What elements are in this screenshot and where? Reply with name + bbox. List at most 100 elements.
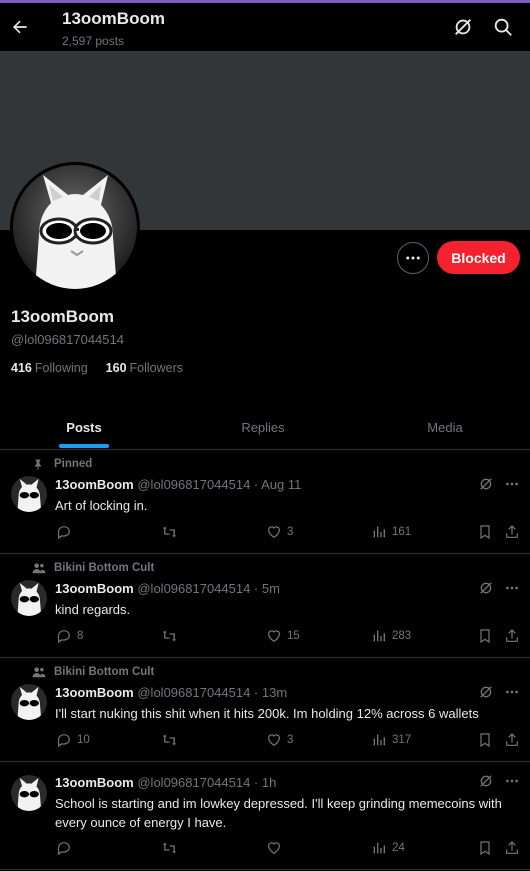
- post-author-name[interactable]: 13oomBoom: [55, 581, 134, 596]
- share-icon: [506, 841, 518, 854]
- tab-posts[interactable]: Posts: [0, 405, 168, 449]
- share-button[interactable]: [504, 524, 520, 540]
- reply-button[interactable]: 8: [56, 628, 83, 644]
- post-text: kind regards.: [55, 602, 131, 617]
- like-count: 3: [287, 734, 294, 746]
- reply-button[interactable]: [56, 524, 77, 540]
- like-button[interactable]: 3: [266, 732, 293, 748]
- post-meta: 13oomBoom @lol096817044514 · 13m: [55, 685, 287, 700]
- post-grok-button[interactable]: [478, 476, 496, 494]
- post-item[interactable]: Bikini Bottom Cult 13oomBoom @lol0968170…: [0, 555, 530, 658]
- view-count: 161: [392, 526, 412, 538]
- repost-button[interactable]: [161, 840, 183, 856]
- reply-icon: [57, 734, 70, 748]
- more-horizontal-icon: [506, 779, 518, 783]
- reply-icon: [57, 630, 70, 644]
- post-avatar[interactable]: [11, 684, 47, 720]
- post-grok-button[interactable]: [478, 684, 496, 702]
- post-grok-button[interactable]: [478, 773, 496, 791]
- more-options-button[interactable]: [397, 242, 429, 274]
- post-context: Pinned: [34, 458, 92, 470]
- post-more-button[interactable]: [504, 476, 522, 494]
- followers-link[interactable]: 160 Followers: [106, 361, 183, 375]
- views-button[interactable]: 283: [371, 628, 411, 644]
- cat-avatar-image: [13, 165, 137, 289]
- followers-label: Followers: [129, 361, 184, 375]
- repost-button[interactable]: [161, 628, 183, 644]
- more-horizontal-icon: [406, 256, 420, 260]
- search-button[interactable]: [492, 16, 516, 40]
- views-icon: [373, 526, 385, 538]
- post-context: Bikini Bottom Cult: [32, 562, 155, 574]
- reply-icon: [57, 526, 70, 540]
- blocked-button[interactable]: Blocked: [437, 241, 520, 274]
- post-more-button[interactable]: [504, 773, 522, 791]
- profile-header: 13oomBoom 2,597 posts: [0, 3, 530, 51]
- bookmark-icon: [480, 525, 490, 540]
- like-button[interactable]: [266, 840, 287, 856]
- post-item[interactable]: Bikini Bottom Cult 13oomBoom @lol0968170…: [0, 659, 530, 762]
- post-more-button[interactable]: [504, 684, 522, 702]
- bookmark-button[interactable]: [477, 628, 493, 644]
- post-avatar[interactable]: [11, 476, 47, 512]
- more-horizontal-icon: [506, 482, 518, 486]
- views-icon: [373, 842, 385, 854]
- reply-button[interactable]: 10: [56, 732, 90, 748]
- post-avatar[interactable]: [11, 775, 47, 811]
- share-button[interactable]: [504, 840, 520, 856]
- cat-avatar-image: [11, 684, 47, 720]
- more-horizontal-icon: [506, 586, 518, 590]
- reply-button[interactable]: [56, 840, 77, 856]
- views-button[interactable]: 24: [371, 840, 405, 856]
- more-horizontal-icon: [506, 690, 518, 694]
- bookmark-button[interactable]: [477, 840, 493, 856]
- post-avatar[interactable]: [11, 580, 47, 616]
- community-icon: [32, 667, 46, 678]
- bookmark-button[interactable]: [477, 732, 493, 748]
- following-count: 416: [11, 361, 32, 375]
- heart-icon: [268, 630, 280, 643]
- post-item[interactable]: 13oomBoom @lol096817044514 · 1h School i…: [0, 763, 530, 870]
- view-count: 283: [392, 630, 412, 642]
- reply-count: 10: [77, 734, 90, 746]
- post-author-name[interactable]: 13oomBoom: [55, 685, 134, 700]
- post-context: Bikini Bottom Cult: [32, 666, 154, 678]
- view-count: 24: [392, 842, 405, 854]
- grok-icon: [480, 775, 492, 787]
- post-actions: 3 161: [0, 524, 530, 544]
- tab-replies[interactable]: Replies: [178, 405, 348, 449]
- post-text: I'll start nuking this shit when it hits…: [55, 706, 479, 721]
- profile-avatar[interactable]: [10, 162, 140, 292]
- reply-icon: [57, 842, 70, 856]
- bookmark-icon: [480, 841, 490, 856]
- post-author-name[interactable]: 13oomBoom: [55, 477, 134, 492]
- grok-icon: [480, 582, 492, 594]
- back-button[interactable]: [8, 11, 32, 43]
- like-button[interactable]: 3: [266, 524, 293, 540]
- following-link[interactable]: 416 Following: [11, 361, 88, 375]
- heart-icon: [268, 734, 280, 747]
- profile-name: 13oomBoom: [11, 307, 114, 326]
- post-context-label: Bikini Bottom Cult: [54, 562, 155, 574]
- profile-handle: @lol096817044514: [11, 332, 124, 347]
- bookmark-button[interactable]: [477, 524, 493, 540]
- post-author-name[interactable]: 13oomBoom: [55, 775, 134, 790]
- grok-button[interactable]: [452, 16, 476, 40]
- grok-icon: [455, 19, 471, 35]
- views-icon: [373, 630, 385, 642]
- repost-button[interactable]: [161, 732, 183, 748]
- repost-icon: [162, 526, 177, 538]
- repost-button[interactable]: [161, 524, 183, 540]
- views-button[interactable]: 317: [371, 732, 411, 748]
- tab-media[interactable]: Media: [360, 405, 530, 449]
- post-actions: 8 15 283: [0, 628, 530, 648]
- views-button[interactable]: 161: [371, 524, 411, 540]
- post-grok-button[interactable]: [478, 580, 496, 598]
- share-button[interactable]: [504, 732, 520, 748]
- post-item[interactable]: Pinned 13oomBoom @lol096817044514 · Aug …: [0, 451, 530, 554]
- post-more-button[interactable]: [504, 580, 522, 598]
- share-button[interactable]: [504, 628, 520, 644]
- like-button[interactable]: 15: [266, 628, 300, 644]
- reply-count: 8: [77, 630, 84, 642]
- grok-icon: [480, 686, 492, 698]
